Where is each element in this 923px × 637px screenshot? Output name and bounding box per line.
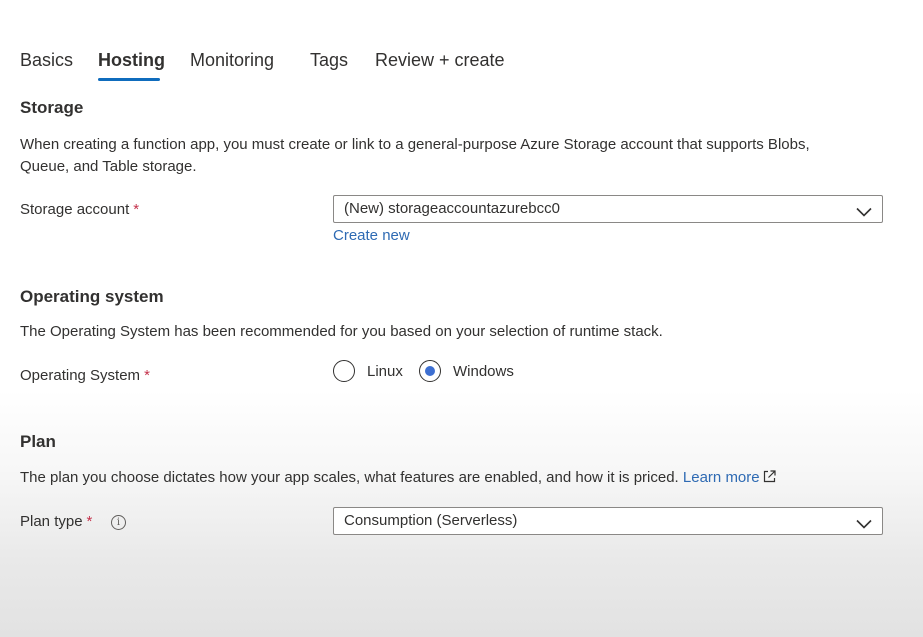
radio-windows[interactable]	[419, 360, 441, 382]
required-marker: *	[144, 367, 150, 384]
required-marker: *	[86, 513, 93, 530]
plan-type-label: Plan type *	[20, 513, 92, 530]
plan-type-dropdown[interactable]: Consumption (Serverless)	[333, 507, 883, 535]
required-marker: *	[133, 201, 140, 218]
tab-tags[interactable]: Tags	[310, 46, 348, 74]
storage-account-label: Storage account *	[20, 201, 139, 218]
external-link-icon	[763, 468, 776, 490]
operating-system-description: The Operating System has been recommende…	[20, 323, 663, 340]
operating-system-label-text: Operating System	[20, 367, 141, 384]
radio-selected-dot	[424, 365, 435, 376]
radio-linux-label[interactable]: Linux	[367, 363, 403, 380]
plan-description: The plan you choose dictates how your ap…	[20, 467, 776, 490]
plan-type-label-text: Plan type	[20, 513, 83, 530]
operating-system-section-title: Operating system	[20, 287, 164, 306]
plan-description-text: The plan you choose dictates how your ap…	[20, 469, 679, 486]
plan-section-title: Plan	[20, 432, 56, 451]
radio-windows-label[interactable]: Windows	[453, 363, 514, 380]
tab-basics[interactable]: Basics	[20, 46, 73, 74]
tab-hosting[interactable]: Hosting	[98, 46, 165, 74]
tab-review-create[interactable]: Review + create	[375, 46, 505, 74]
chevron-down-icon	[856, 516, 872, 534]
tab-monitoring[interactable]: Monitoring	[190, 46, 274, 74]
chevron-down-icon	[856, 204, 872, 222]
radio-linux[interactable]	[333, 360, 355, 382]
storage-description-line1: When creating a function app, you must c…	[20, 136, 810, 153]
learn-more-link-text[interactable]: Learn more	[683, 469, 760, 486]
active-tab-indicator	[98, 78, 160, 81]
learn-more-link[interactable]: Learn more	[683, 469, 776, 486]
storage-description-line2: Queue, and Table storage.	[20, 158, 197, 175]
operating-system-label: Operating System *	[20, 367, 150, 384]
storage-account-dropdown[interactable]: (New) storageaccountazurebcc0	[333, 195, 883, 223]
storage-section-title: Storage	[20, 98, 84, 117]
plan-type-value: Consumption (Serverless)	[344, 512, 518, 529]
create-new-storage-link[interactable]: Create new	[333, 227, 410, 244]
storage-account-value: (New) storageaccountazurebcc0	[344, 200, 560, 217]
info-icon[interactable]: i	[111, 515, 126, 530]
storage-account-label-text: Storage account	[20, 201, 130, 218]
